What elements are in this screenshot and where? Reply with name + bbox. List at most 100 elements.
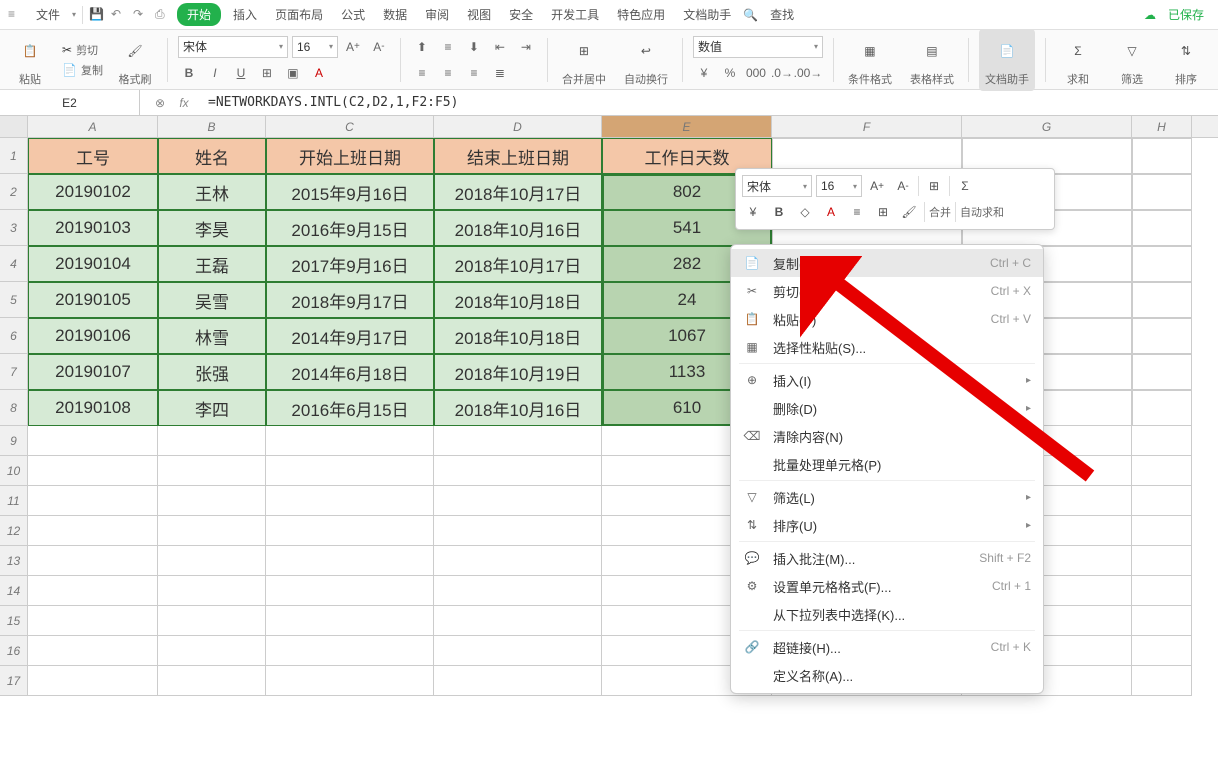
- cell-A2[interactable]: 20190102: [28, 174, 158, 210]
- cell-B5[interactable]: 吴雪: [158, 282, 266, 318]
- mini-sum-icon[interactable]: Σ: [954, 175, 976, 197]
- cell-C15[interactable]: [266, 606, 434, 636]
- tab-security[interactable]: 安全: [503, 2, 539, 27]
- filter-group[interactable]: ▽筛选: [1110, 33, 1154, 87]
- cell-C10[interactable]: [266, 456, 434, 486]
- cell-D15[interactable]: [434, 606, 602, 636]
- menu-search[interactable]: 查找: [764, 2, 800, 27]
- indent-left-icon[interactable]: ⇤: [489, 36, 511, 58]
- align-justify-icon[interactable]: ≣: [489, 62, 511, 84]
- row-header-17[interactable]: 17: [0, 666, 28, 696]
- mini-painter-icon[interactable]: 🖌: [898, 201, 920, 223]
- cell-C8[interactable]: 2016年6月15日: [266, 390, 434, 426]
- col-header-G[interactable]: G: [962, 116, 1132, 137]
- col-header-A[interactable]: A: [28, 116, 158, 137]
- cell-H4[interactable]: [1132, 246, 1192, 282]
- cell-H5[interactable]: [1132, 282, 1192, 318]
- cell-A7[interactable]: 20190107: [28, 354, 158, 390]
- cell-D7[interactable]: 2018年10月19日: [434, 354, 602, 390]
- row-header-9[interactable]: 9: [0, 426, 28, 456]
- cell-D2[interactable]: 2018年10月17日: [434, 174, 602, 210]
- row-header-12[interactable]: 12: [0, 516, 28, 546]
- cell-B11[interactable]: [158, 486, 266, 516]
- file-dropdown-icon[interactable]: ▾: [72, 10, 76, 19]
- cell-B9[interactable]: [158, 426, 266, 456]
- cell-D10[interactable]: [434, 456, 602, 486]
- tab-start[interactable]: 开始: [177, 3, 221, 26]
- ctx-link[interactable]: 🔗超链接(H)...Ctrl + K: [731, 633, 1043, 661]
- tab-dev[interactable]: 开发工具: [545, 2, 605, 27]
- cell-C11[interactable]: [266, 486, 434, 516]
- cell-A11[interactable]: [28, 486, 158, 516]
- copy-label[interactable]: 复制: [81, 62, 103, 78]
- cell-C7[interactable]: 2014年6月18日: [266, 354, 434, 390]
- cell-D16[interactable]: [434, 636, 602, 666]
- cut-icon[interactable]: ✂: [62, 43, 72, 57]
- sum-group[interactable]: Σ求和: [1056, 33, 1100, 87]
- cell-C3[interactable]: 2016年9月15日: [266, 210, 434, 246]
- border-icon[interactable]: ⊞: [256, 62, 278, 84]
- font-name-select[interactable]: 宋体▾: [178, 36, 288, 58]
- dochelper-group[interactable]: 📄文档助手: [979, 29, 1035, 91]
- menu-file[interactable]: 文件: [30, 2, 66, 27]
- ctx-paste[interactable]: 📋粘贴(P)Ctrl + V: [731, 305, 1043, 333]
- row-header-4[interactable]: 4: [0, 246, 28, 282]
- cell-A3[interactable]: 20190103: [28, 210, 158, 246]
- copy-icon[interactable]: 📄: [62, 63, 77, 77]
- paste-group[interactable]: 📋 粘贴: [8, 33, 52, 87]
- ctx-copy[interactable]: 📄复制(C)Ctrl + C: [731, 249, 1043, 277]
- cell-D12[interactable]: [434, 516, 602, 546]
- font-size-select[interactable]: 16▾: [292, 36, 338, 58]
- align-mid-icon[interactable]: ≡: [437, 36, 459, 58]
- cut-label[interactable]: 剪切: [76, 42, 98, 58]
- cell-B16[interactable]: [158, 636, 266, 666]
- condfmt-group[interactable]: ▦条件格式: [844, 33, 896, 87]
- tab-insert[interactable]: 插入: [227, 2, 263, 27]
- cell-C16[interactable]: [266, 636, 434, 666]
- cell-B13[interactable]: [158, 546, 266, 576]
- doc-helper-icon[interactable]: 📄: [989, 33, 1025, 69]
- cell-C5[interactable]: 2018年9月17日: [266, 282, 434, 318]
- col-header-C[interactable]: C: [266, 116, 434, 137]
- cell-C14[interactable]: [266, 576, 434, 606]
- cell-C2[interactable]: 2015年9月16日: [266, 174, 434, 210]
- cell-B17[interactable]: [158, 666, 266, 696]
- cell-H7[interactable]: [1132, 354, 1192, 390]
- mini-bold-icon[interactable]: B: [768, 201, 790, 223]
- cell-C1[interactable]: 开始上班日期: [266, 138, 434, 174]
- cell-A15[interactable]: [28, 606, 158, 636]
- align-right-icon[interactable]: ≡: [463, 62, 485, 84]
- merge-group[interactable]: ⊞合并居中: [558, 33, 610, 87]
- undo-icon[interactable]: ↶: [111, 7, 127, 23]
- comma-icon[interactable]: 000: [745, 62, 767, 84]
- ctx-delete[interactable]: 删除(D)▸: [731, 394, 1043, 422]
- cell-A10[interactable]: [28, 456, 158, 486]
- cell-H6[interactable]: [1132, 318, 1192, 354]
- col-header-F[interactable]: F: [772, 116, 962, 137]
- merge-icon[interactable]: ⊞: [566, 33, 602, 69]
- formula-input[interactable]: =NETWORKDAYS.INTL(C2,D2,1,F2:F5): [204, 95, 1218, 110]
- cell-B6[interactable]: 林雪: [158, 318, 266, 354]
- wrap-group[interactable]: ↩自动换行: [620, 33, 672, 87]
- align-center-icon[interactable]: ≡: [437, 62, 459, 84]
- row-header-7[interactable]: 7: [0, 354, 28, 390]
- font-color-icon[interactable]: A: [308, 62, 330, 84]
- row-header-13[interactable]: 13: [0, 546, 28, 576]
- ctx-bulk[interactable]: 批量处理单元格(P): [731, 450, 1043, 478]
- cell-C17[interactable]: [266, 666, 434, 696]
- cell-B1[interactable]: 姓名: [158, 138, 266, 174]
- row-header-16[interactable]: 16: [0, 636, 28, 666]
- cell-B14[interactable]: [158, 576, 266, 606]
- search-icon[interactable]: 🔍: [743, 8, 758, 22]
- ctx-format[interactable]: ⚙设置单元格格式(F)...Ctrl + 1: [731, 572, 1043, 600]
- fx-icon[interactable]: fx: [176, 95, 192, 111]
- ctx-clear[interactable]: ⌫清除内容(N): [731, 422, 1043, 450]
- cell-D8[interactable]: 2018年10月16日: [434, 390, 602, 426]
- cell-A8[interactable]: 20190108: [28, 390, 158, 426]
- col-header-D[interactable]: D: [434, 116, 602, 137]
- cell-H1[interactable]: [1132, 138, 1192, 174]
- mini-border-icon[interactable]: ⊞: [872, 201, 894, 223]
- cell-H2[interactable]: [1132, 174, 1192, 210]
- cell-A5[interactable]: 20190105: [28, 282, 158, 318]
- sort-icon[interactable]: ⇅: [1168, 33, 1204, 69]
